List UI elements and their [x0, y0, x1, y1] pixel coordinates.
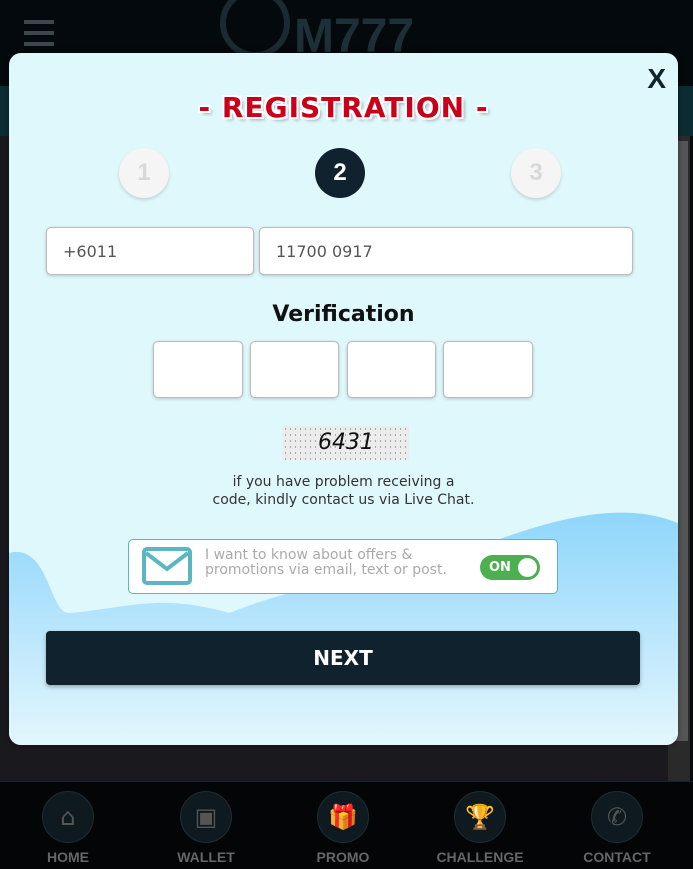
envelope-icon	[142, 547, 192, 585]
trophy-icon: 🏆	[454, 791, 506, 843]
code-digit-2[interactable]	[250, 341, 339, 398]
menu-icon[interactable]	[24, 20, 54, 53]
code-digit-1[interactable]	[153, 341, 243, 398]
next-button[interactable]: NEXT	[46, 631, 640, 685]
promo-toggle[interactable]: ON	[480, 555, 540, 580]
bottom-nav: ⌂ HOME ▣ WALLET 🎁 PROMO 🏆 CHALLENGE ✆ CONTACT	[0, 781, 693, 869]
verification-label: Verification	[272, 302, 415, 327]
step-1: 1	[119, 148, 169, 198]
captcha-image: 6431	[283, 426, 409, 460]
nav-wallet[interactable]: ▣ WALLET	[151, 791, 261, 865]
nav-challenge[interactable]: 🏆 CHALLENGE	[425, 791, 535, 865]
phone-icon: ✆	[591, 791, 643, 843]
promo-text: I want to know about offers & promotions …	[205, 547, 447, 578]
nav-home[interactable]: ⌂ HOME	[13, 791, 123, 865]
help-text: if you have problem receiving a code, kin…	[212, 474, 475, 508]
phone-number-field[interactable]: 11700 0917	[259, 227, 633, 275]
promo-consent: I want to know about offers & promotions …	[128, 539, 558, 594]
wallet-icon: ▣	[180, 791, 232, 843]
country-code-field[interactable]: +6011	[46, 227, 254, 275]
gift-icon: 🎁	[317, 791, 369, 843]
modal-title: - REGISTRATION -	[198, 91, 489, 124]
nav-contact[interactable]: ✆ CONTACT	[562, 791, 672, 865]
step-2: 2	[315, 148, 365, 198]
step-3: 3	[511, 148, 561, 198]
logo: M777	[220, 0, 414, 63]
nav-promo[interactable]: 🎁 PROMO	[288, 791, 398, 865]
registration-modal: X - REGISTRATION - 1 2 3 +6011 11700 091…	[9, 53, 678, 745]
home-icon: ⌂	[42, 791, 94, 843]
code-digit-4[interactable]	[443, 341, 533, 398]
code-digit-3[interactable]	[347, 341, 436, 398]
